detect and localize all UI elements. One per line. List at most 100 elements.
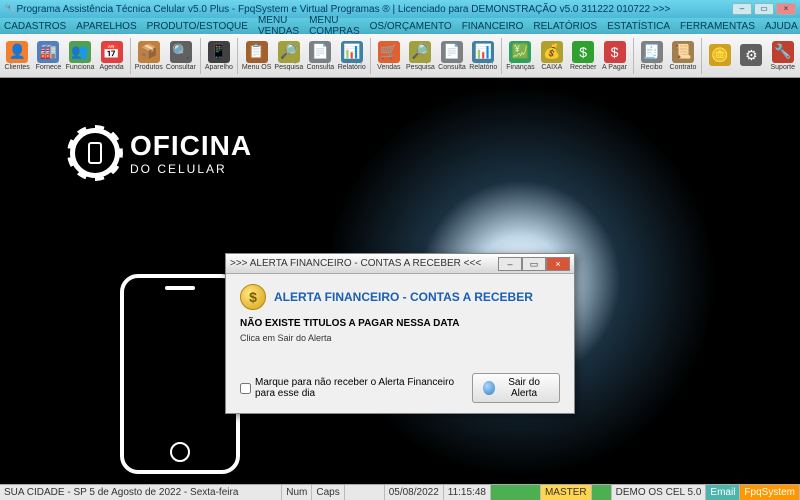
Pesquisa-icon: 🔎 bbox=[278, 41, 300, 63]
toolbar-icon[interactable]: ⚙ bbox=[736, 36, 766, 76]
Clientes-icon: 👤 bbox=[6, 41, 28, 63]
menu-relatorios[interactable]: RELATÓRIOS bbox=[533, 21, 597, 32]
dialog-minimize-button[interactable]: – bbox=[498, 257, 522, 271]
Vendas-icon: 🛒 bbox=[378, 41, 400, 63]
Receber-icon: $ bbox=[572, 41, 594, 63]
dialog-close-button[interactable]: × bbox=[546, 257, 570, 271]
menu-bar: CADASTROS APARELHOS PRODUTO/ESTOQUE MENU… bbox=[0, 18, 800, 34]
menu-estatistica[interactable]: ESTATÍSTICA bbox=[607, 21, 670, 32]
window-title: Programa Assistência Técnica Celular v5.… bbox=[16, 4, 670, 15]
toolbar-aparelho[interactable]: 📱Aparelho bbox=[204, 36, 234, 76]
toolbar-vendas[interactable]: 🛒Vendas bbox=[374, 36, 404, 76]
toolbar-pesquisa[interactable]: 🔎Pesquisa bbox=[273, 36, 304, 76]
content-area: OFICINA DO CELULAR >>> ALERTA FINANCEIRO… bbox=[0, 78, 800, 484]
menu-compras[interactable]: MENU COMPRAS bbox=[309, 15, 360, 37]
status-num: Num bbox=[282, 485, 312, 500]
exit-icon bbox=[483, 381, 495, 395]
Recibo-icon: 🧾 bbox=[641, 41, 663, 63]
Aparelho-icon: 📱 bbox=[208, 41, 230, 63]
dialog-message-sub: Clica em Sair do Alerta bbox=[240, 333, 560, 343]
status-date: 05/08/2022 bbox=[385, 485, 444, 500]
main-toolbar: 👤Clientes🏭Fornece👥Funciona📅Agenda 📦Produt… bbox=[0, 34, 800, 78]
Consulta-icon: 📄 bbox=[309, 41, 331, 63]
menu-aparelhos[interactable]: APARELHOS bbox=[76, 21, 136, 32]
window-titlebar: 🔧 Programa Assistência Técnica Celular v… bbox=[0, 0, 800, 18]
status-city-date: SUA CIDADE - SP 5 de Agosto de 2022 - Se… bbox=[0, 485, 282, 500]
Consultar-icon: 🔍 bbox=[170, 41, 192, 63]
toolbar-recibo[interactable]: 🧾Recibo bbox=[636, 36, 666, 76]
status-time: 11:15:48 bbox=[444, 485, 491, 500]
toolbar-suporte[interactable]: 🔧Suporte bbox=[768, 36, 798, 76]
Funciona-icon: 👥 bbox=[69, 41, 91, 63]
window-controls: – ▭ × bbox=[732, 3, 796, 15]
status-email[interactable]: Email bbox=[706, 485, 740, 500]
suppress-checkbox[interactable]: Marque para não receber o Alerta Finance… bbox=[240, 377, 472, 399]
brand-logo: OFICINA DO CELULAR bbox=[70, 128, 252, 178]
maximize-button[interactable]: ▭ bbox=[754, 3, 774, 15]
Finanças-icon: 💹 bbox=[509, 41, 531, 63]
logo-title: OFICINA bbox=[130, 130, 252, 162]
dialog-heading: ALERTA FINANCEIRO - CONTAS A RECEBER bbox=[274, 290, 533, 304]
toolbar-agenda[interactable]: 📅Agenda bbox=[96, 36, 126, 76]
tool-icon: ⚙ bbox=[740, 44, 762, 66]
toolbar-caixa[interactable]: 💰CAIXA bbox=[537, 36, 567, 76]
tool-icon: 🪙 bbox=[709, 44, 731, 66]
status-master: MASTER bbox=[541, 485, 592, 500]
dialog-message-main: NÃO EXISTE TITULOS A PAGAR NESSA DATA bbox=[240, 318, 560, 329]
toolbar-receber[interactable]: $Receber bbox=[568, 36, 598, 76]
Relatório-icon: 📊 bbox=[341, 41, 363, 63]
menu-os[interactable]: OS/ORÇAMENTO bbox=[370, 21, 452, 32]
status-demo: DEMO OS CEL 5.0 bbox=[612, 485, 707, 500]
toolbar-consulta[interactable]: 📄Consulta bbox=[437, 36, 467, 76]
menu-financeiro[interactable]: FINANCEIRO bbox=[462, 21, 524, 32]
dialog-titlebar: >>> ALERTA FINANCEIRO - CONTAS A RECEBER… bbox=[226, 254, 574, 274]
phone-graphic bbox=[120, 274, 240, 474]
toolbar-fornece[interactable]: 🏭Fornece bbox=[33, 36, 63, 76]
toolbar-produtos[interactable]: 📦Produtos bbox=[134, 36, 164, 76]
menu-ferramentas[interactable]: FERRAMENTAS bbox=[680, 21, 755, 32]
toolbar-pesquisa[interactable]: 🔎Pesquisa bbox=[405, 36, 436, 76]
exit-alert-button[interactable]: Sair do Alerta bbox=[472, 373, 560, 403]
suppress-checkbox-input[interactable] bbox=[240, 383, 251, 394]
Fornece-icon: 🏭 bbox=[37, 41, 59, 63]
status-fpq[interactable]: FpqSystem bbox=[740, 485, 800, 500]
menu-ajuda[interactable]: AJUDA bbox=[765, 21, 798, 32]
Produtos-icon: 📦 bbox=[138, 41, 160, 63]
toolbar-contrato[interactable]: 📜Contrato bbox=[668, 36, 698, 76]
toolbar-funciona[interactable]: 👥Funciona bbox=[65, 36, 96, 76]
Menu OS-icon: 📋 bbox=[246, 41, 268, 63]
logo-subtitle: DO CELULAR bbox=[130, 162, 252, 176]
toolbar-consulta[interactable]: 📄Consulta bbox=[305, 36, 335, 76]
Pesquisa-icon: 🔎 bbox=[409, 41, 431, 63]
status-caps: Caps bbox=[312, 485, 344, 500]
alert-dialog: >>> ALERTA FINANCEIRO - CONTAS A RECEBER… bbox=[225, 253, 575, 414]
menu-vendas[interactable]: MENU VENDAS bbox=[258, 15, 299, 37]
Relatório-icon: 📊 bbox=[472, 41, 494, 63]
toolbar-consultar[interactable]: 🔍Consultar bbox=[165, 36, 197, 76]
A Pagar-icon: $ bbox=[604, 41, 626, 63]
Contrato-icon: 📜 bbox=[672, 41, 694, 63]
toolbar-menu os[interactable]: 📋Menu OS bbox=[241, 36, 273, 76]
dialog-title: >>> ALERTA FINANCEIRO - CONTAS A RECEBER… bbox=[230, 258, 481, 269]
exit-alert-label: Sair do Alerta bbox=[499, 377, 549, 399]
menu-cadastros[interactable]: CADASTROS bbox=[4, 21, 66, 32]
menu-produto[interactable]: PRODUTO/ESTOQUE bbox=[147, 21, 248, 32]
toolbar-relatório[interactable]: 📊Relatório bbox=[337, 36, 367, 76]
Consulta-icon: 📄 bbox=[441, 41, 463, 63]
close-button[interactable]: × bbox=[776, 3, 796, 15]
toolbar-icon[interactable]: 🪙 bbox=[705, 36, 735, 76]
toolbar-relatório[interactable]: 📊Relatório bbox=[468, 36, 498, 76]
suppress-checkbox-label: Marque para não receber o Alerta Finance… bbox=[255, 377, 472, 399]
status-bar: SUA CIDADE - SP 5 de Agosto de 2022 - Se… bbox=[0, 484, 800, 500]
toolbar-finanças[interactable]: 💹Finanças bbox=[505, 36, 535, 76]
toolbar-clientes[interactable]: 👤Clientes bbox=[2, 36, 32, 76]
gear-icon bbox=[70, 128, 120, 178]
app-icon: 🔧 bbox=[4, 4, 16, 15]
coin-icon: $ bbox=[240, 284, 266, 310]
Suporte-icon: 🔧 bbox=[772, 41, 794, 63]
dialog-maximize-button[interactable]: ▭ bbox=[522, 257, 546, 271]
toolbar-a pagar[interactable]: $A Pagar bbox=[599, 36, 629, 76]
status-indicator-green bbox=[491, 485, 541, 500]
minimize-button[interactable]: – bbox=[732, 3, 752, 15]
CAIXA-icon: 💰 bbox=[541, 41, 563, 63]
